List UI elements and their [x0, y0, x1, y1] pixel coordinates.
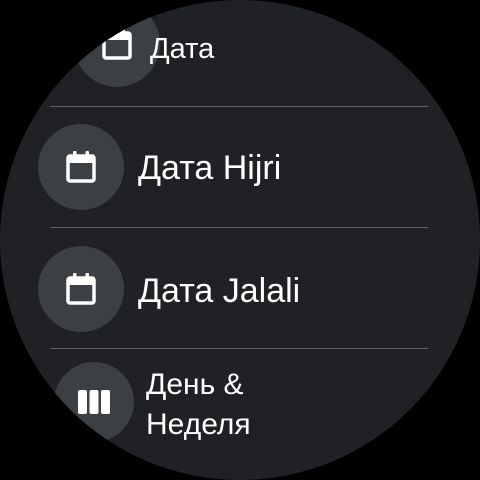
- item-label-line-2: Неделя: [146, 408, 251, 441]
- item-label: Дата: [150, 33, 215, 65]
- icon-chip: [38, 246, 124, 332]
- calendar-icon: [66, 273, 96, 305]
- icon-chip: [54, 362, 134, 442]
- complication-list[interactable]: Дата Дата Hijri Дата Jalali День & Недел…: [0, 0, 480, 480]
- calendar-icon: [66, 151, 96, 183]
- watch-screen: Дата Дата Hijri Дата Jalali День & Недел…: [0, 0, 480, 480]
- week-bars-icon: [78, 390, 110, 414]
- list-item-date-jalali[interactable]: Дата Jalali: [38, 228, 428, 348]
- icon-chip: [74, 1, 160, 87]
- item-label: Дата Jalali: [138, 272, 301, 310]
- list-item-day-week[interactable]: День & Неделя: [50, 349, 428, 480]
- item-label-line-1: День &: [146, 368, 244, 401]
- list-item-date[interactable]: Дата: [50, 0, 428, 106]
- item-label: День & Неделя: [146, 365, 251, 445]
- icon-chip: [38, 124, 124, 210]
- calendar-icon: [102, 28, 132, 60]
- list-item-date-hijri[interactable]: Дата Hijri: [38, 107, 428, 227]
- item-label: Дата Hijri: [138, 149, 282, 187]
